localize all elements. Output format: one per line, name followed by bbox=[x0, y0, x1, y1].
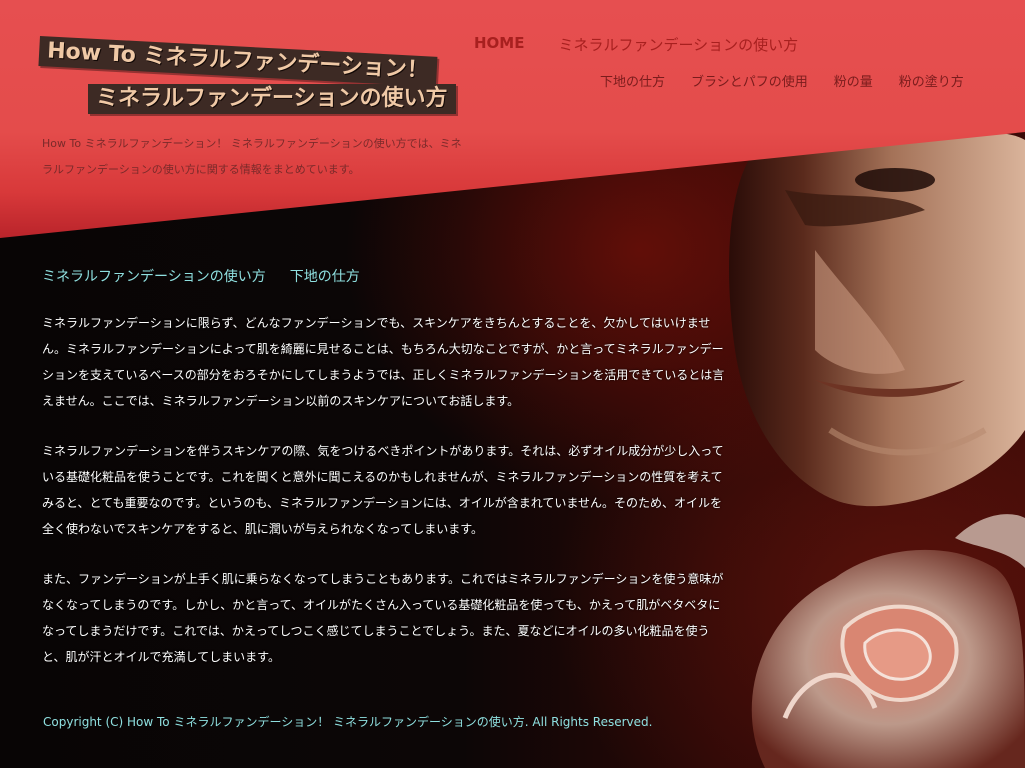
rose-illustration bbox=[751, 514, 1025, 768]
main-content: ミネラルファンデーションの使い方 下地の仕方 ミネラルファンデーションに限らず、… bbox=[42, 266, 726, 694]
breadcrumb-parent[interactable]: ミネラルファンデーションの使い方 bbox=[42, 266, 266, 286]
nav-sub-powder-amount[interactable]: 粉の量 bbox=[834, 71, 873, 90]
nav-sub-brush[interactable]: ブラシとパフの使用 bbox=[691, 71, 808, 90]
article-paragraph: ミネラルファンデーションを伴うスキンケアの際、気をつけるべきポイントがあります。… bbox=[42, 444, 724, 536]
nav-sub-powder-apply[interactable]: 粉の塗り方 bbox=[899, 71, 964, 90]
breadcrumb: ミネラルファンデーションの使い方 下地の仕方 bbox=[42, 266, 726, 286]
article-paragraph: ミネラルファンデーションに限らず、どんなファンデーションでも、スキンケアをきちん… bbox=[42, 316, 725, 408]
main-nav: HOME ミネラルファンデーションの使い方 bbox=[474, 34, 798, 55]
footer-copyright: Copyright (C) How To ミネラルファンデーション！ ミネラルフ… bbox=[43, 715, 653, 729]
nav-usage[interactable]: ミネラルファンデーションの使い方 bbox=[558, 34, 798, 55]
logo-line-2[interactable]: ミネラルファンデーションの使い方 bbox=[88, 84, 456, 114]
breadcrumb-current: 下地の仕方 bbox=[289, 269, 360, 285]
sub-nav: 下地の仕方 ブラシとパフの使用 粉の量 粉の塗り方 bbox=[600, 71, 964, 90]
nav-sub-base[interactable]: 下地の仕方 bbox=[600, 71, 665, 90]
site-description: How To ミネラルファンデーション！ ミネラルファンデーションの使い方では、… bbox=[42, 137, 462, 176]
nav-home[interactable]: HOME bbox=[474, 34, 524, 55]
article-paragraph: また、ファンデーションが上手く肌に乗らなくなってしまうこともあります。これではミ… bbox=[42, 572, 724, 664]
page: How To ミネラルファンデーション！ ミネラルファンデーションの使い方 Ho… bbox=[0, 0, 1025, 768]
